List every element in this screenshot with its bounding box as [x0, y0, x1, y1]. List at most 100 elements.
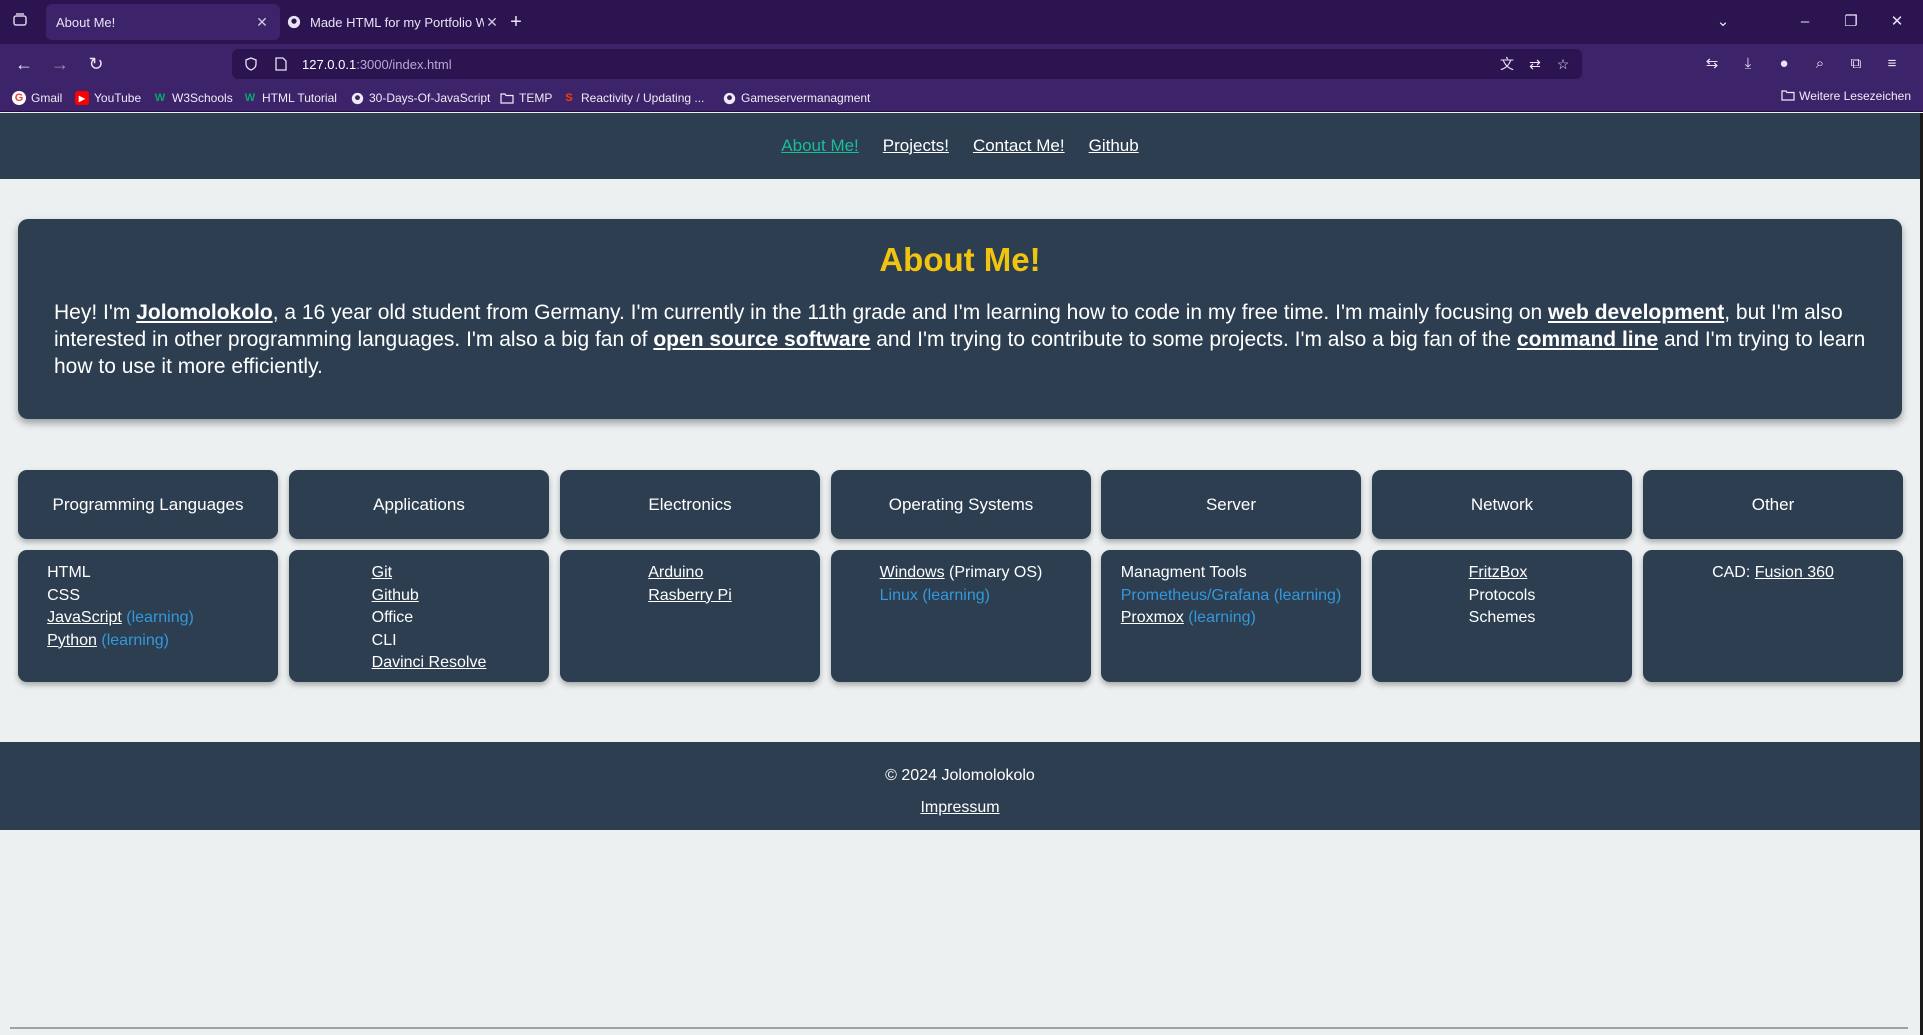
bookmark-gameservermanagment[interactable]: Gameservermanagment — [722, 89, 870, 107]
shield-icon[interactable] — [240, 49, 262, 79]
fritzbox-link[interactable]: FritzBox — [1469, 564, 1528, 581]
list-item: Prometheus/Grafana (learning) — [1121, 585, 1342, 608]
list-item: Linux (learning) — [880, 585, 1043, 608]
bookmark-label: YouTube — [94, 91, 142, 105]
bookmark-30-days-js[interactable]: 30-Days-Of-JavaScript — [350, 89, 490, 107]
back-button[interactable]: ← — [10, 52, 38, 76]
category-operating-systems: Operating Systems — [831, 470, 1091, 539]
web-development-link[interactable]: web development — [1548, 301, 1724, 324]
list-item: Rasberry Pi — [648, 585, 732, 608]
bookmark-label: HTML Tutorial — [262, 91, 337, 105]
list-operating-systems: Windows (Primary OS) Linux (learning) — [831, 550, 1091, 682]
learning-label: (learning) — [96, 631, 169, 649]
minimize-button[interactable]: – — [1790, 10, 1820, 34]
list-other: CAD: Fusion 360 — [1643, 550, 1903, 682]
github-link[interactable]: Github — [372, 587, 419, 604]
forward-button[interactable]: → — [46, 52, 74, 76]
python-link[interactable]: Python — [47, 632, 97, 649]
youtube-icon: ▶ — [75, 91, 89, 105]
list-item: Protocols — [1468, 586, 1536, 604]
page-icon[interactable] — [270, 49, 292, 79]
javascript-link[interactable]: JavaScript — [47, 609, 122, 626]
list-server: Managment Tools Prometheus/Grafana (lear… — [1101, 550, 1361, 682]
restore-button[interactable]: ❐ — [1836, 10, 1866, 34]
bookmarks-bar: G Gmail ▶ YouTube W W3Schools W HTML Tut… — [0, 84, 1923, 112]
sync-icon[interactable]: ⇆ — [1700, 52, 1724, 76]
menu-icon[interactable]: ≡ — [1880, 52, 1904, 76]
account-icon[interactable]: ● — [1772, 52, 1796, 76]
search-icon[interactable]: ⌕ — [1808, 52, 1832, 76]
url-bar[interactable]: 127.0.0.1:3000/index.html 文 ⇄ ☆ — [232, 49, 1582, 79]
folder-icon — [1781, 89, 1795, 103]
category-applications: Applications — [289, 470, 549, 539]
proxmox-link[interactable]: Proxmox — [1121, 609, 1184, 626]
list-item: Windows (Primary OS) — [879, 564, 1043, 581]
bookmark-youtube[interactable]: ▶ YouTube — [75, 89, 141, 107]
tab-about-me[interactable]: About Me! ✕ — [46, 4, 280, 40]
site-footer: © 2024 Jolomolokolo Impressum — [0, 742, 1920, 830]
list-item: CLI — [371, 631, 397, 649]
w3schools-icon: W — [244, 92, 256, 104]
raspberry-pi-link[interactable]: Rasberry Pi — [648, 587, 732, 604]
about-text: Hey! I'm Jolomolokolo, a 16 year old stu… — [54, 301, 1866, 378]
copyright-text: © 2024 Jolomolokolo — [885, 767, 1035, 784]
category-programming-languages: Programming Languages — [18, 470, 278, 539]
divider — [10, 1027, 1908, 1029]
close-icon[interactable]: ✕ — [254, 14, 270, 31]
list-item: CAD: Fusion 360 — [1712, 564, 1834, 581]
bookmark-w3schools[interactable]: W W3Schools — [153, 89, 233, 107]
name-link[interactable]: Jolomolokolo — [136, 301, 273, 324]
category-server: Server — [1101, 470, 1361, 539]
list-item: JavaScript (learning) — [47, 607, 194, 630]
learning-label: (learning) — [1183, 609, 1256, 626]
extensions-icon[interactable]: ⧉ — [1844, 52, 1868, 76]
git-link[interactable]: Git — [372, 564, 392, 581]
bookmark-label: Gameservermanagment — [741, 91, 871, 105]
translate-page-icon[interactable]: ⇄ — [1524, 54, 1546, 74]
translate-icon[interactable]: 文 — [1496, 54, 1518, 74]
arduino-link[interactable]: Arduino — [648, 564, 703, 581]
list-item: CSS — [47, 586, 81, 604]
navigation-toolbar: ← → ↻ 127.0.0.1:3000/index.html 文 ⇄ ☆ ⇆ … — [0, 44, 1923, 84]
nav-link-contact[interactable]: Contact Me! — [973, 136, 1065, 156]
bookmark-reactivity[interactable]: S Reactivity / Updating ... — [562, 89, 704, 107]
nav-link-github[interactable]: Github — [1089, 136, 1139, 156]
other-bookmarks-folder[interactable]: Weitere Lesezeichen — [1781, 89, 1911, 103]
bookmark-folder-temp[interactable]: TEMP — [500, 89, 552, 107]
list-electronics: Arduino Rasberry Pi — [560, 550, 820, 682]
bookmark-gmail[interactable]: G Gmail — [12, 89, 62, 107]
tab-bar: About Me! ✕ Made HTML for my Portfolio W… — [0, 0, 1923, 44]
davinci-resolve-link[interactable]: Davinci Resolve — [372, 654, 487, 671]
fusion-360-link[interactable]: Fusion 360 — [1755, 564, 1834, 581]
list-item: Github — [372, 585, 487, 608]
tab-title: About Me! — [56, 14, 116, 30]
category-other: Other — [1643, 470, 1903, 539]
nav-link-about[interactable]: About Me! — [781, 136, 859, 156]
about-section: About Me! Hey! I'm Jolomolokolo, a 16 ye… — [18, 219, 1902, 419]
download-icon[interactable]: ⤓ — [1736, 52, 1760, 76]
list-item: Arduino — [648, 562, 732, 585]
prometheus-grafana-link[interactable]: Prometheus/Grafana (learning) — [1121, 587, 1342, 604]
list-item: Davinci Resolve — [372, 652, 487, 675]
close-window-button[interactable]: ✕ — [1882, 10, 1912, 34]
list-all-tabs-button[interactable] — [8, 12, 32, 32]
reload-button[interactable]: ↻ — [82, 52, 110, 76]
windows-link[interactable]: Windows — [880, 564, 945, 581]
command-line-link[interactable]: command line — [1517, 328, 1658, 351]
list-item: Managment Tools — [1120, 564, 1247, 581]
new-tab-button[interactable]: + — [504, 10, 528, 34]
bookmark-label: W3Schools — [172, 91, 233, 105]
open-source-link[interactable]: open source software — [653, 328, 870, 351]
impressum-link[interactable]: Impressum — [920, 799, 999, 817]
tab-github[interactable]: Made HTML for my Portfolio W ✕ — [276, 4, 510, 40]
chevron-down-icon[interactable]: ⌄ — [1708, 10, 1738, 34]
tab-list-icon — [13, 13, 27, 26]
linux-link[interactable]: Linux (learning) — [880, 587, 990, 604]
bookmark-html-tutorial[interactable]: W HTML Tutorial — [243, 89, 337, 107]
github-icon — [722, 91, 736, 105]
nav-link-projects[interactable]: Projects! — [883, 136, 949, 156]
close-icon[interactable]: ✕ — [484, 14, 500, 31]
list-item: Schemes — [1468, 609, 1536, 626]
star-icon[interactable]: ☆ — [1552, 54, 1574, 74]
tab-title: Made HTML for my Portfolio W — [310, 14, 484, 30]
